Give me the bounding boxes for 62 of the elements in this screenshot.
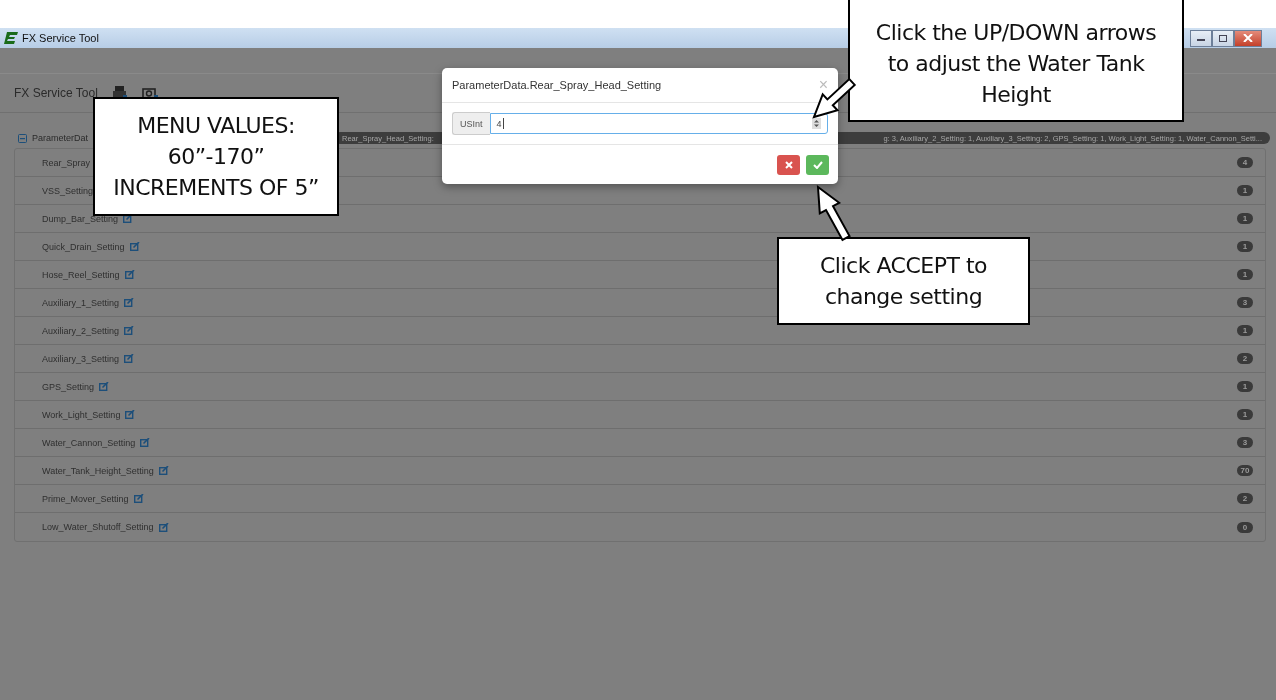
edit-icon[interactable] — [124, 354, 135, 363]
number-input[interactable]: 4 — [489, 113, 828, 134]
callout-note: Click the UP/DOWN arrows to adjust the Water Tank Height — [848, 0, 1184, 122]
value-badge: 0 — [1237, 521, 1253, 533]
value-badge: 1 — [1237, 241, 1253, 252]
edit-icon[interactable] — [140, 438, 151, 447]
close-button[interactable]: × — [818, 76, 828, 94]
value-badge: 1 — [1237, 213, 1253, 224]
edit-icon[interactable] — [124, 326, 135, 335]
window-title: FX Service Tool — [22, 32, 99, 44]
setting-label[interactable]: Low_Water_Shutoff_Setting — [42, 522, 154, 532]
setting-label[interactable]: Water_Tank_Height_Setting — [42, 465, 154, 476]
value-badge: 3 — [1237, 297, 1253, 308]
value-badge: 4 — [1237, 157, 1253, 168]
value-badge: 1 — [1237, 381, 1253, 392]
setting-label[interactable]: Dump_Bar_Setting — [42, 213, 119, 224]
value-badge: 1 — [1237, 269, 1253, 280]
value-badge: 2 — [1237, 353, 1253, 364]
edit-icon[interactable] — [99, 382, 110, 391]
callout-note: Click ACCEPT to change setting — [777, 237, 1030, 325]
edit-icon[interactable] — [129, 242, 140, 251]
spinner-icon[interactable] — [812, 118, 821, 129]
setting-label[interactable]: Hose_Reel_Setting — [42, 269, 120, 280]
setting-label[interactable]: Rear_Spray — [42, 157, 91, 168]
edit-icon[interactable] — [123, 214, 134, 223]
close-button[interactable] — [1234, 29, 1262, 47]
value-badge: 3 — [1237, 437, 1253, 448]
value-badge: 1 — [1237, 185, 1253, 196]
setting-label[interactable]: Quick_Drain_Setting — [42, 241, 125, 252]
value-badge: 1 — [1237, 409, 1253, 420]
accept-button[interactable] — [806, 154, 829, 175]
setting-label[interactable]: GPS_Setting — [42, 381, 95, 392]
setting-label[interactable]: Auxiliary_2_Setting — [42, 325, 120, 336]
setting-label[interactable]: Auxiliary_3_Setting — [42, 353, 120, 364]
close-icon — [784, 160, 793, 169]
edit-icon[interactable] — [133, 494, 144, 503]
setting-label[interactable]: Work_Light_Setting — [42, 409, 121, 420]
cancel-button[interactable] — [777, 154, 800, 175]
app-title: FX Service Tool — [14, 86, 98, 100]
edit-icon[interactable] — [124, 298, 135, 307]
maximize-button[interactable] — [1212, 29, 1234, 47]
edit-icon[interactable] — [158, 522, 169, 532]
edit-icon[interactable] — [125, 410, 136, 419]
value-badge: 1 — [1237, 325, 1253, 336]
app-logo-icon — [4, 32, 18, 44]
value-badge: 2 — [1237, 493, 1253, 504]
collapse-icon[interactable] — [18, 133, 27, 143]
value-badge: 70 — [1237, 465, 1253, 476]
dialog-title: ParameterData.Rear_Spray_Head_Setting — [452, 79, 662, 91]
type-label: USInt — [452, 112, 490, 135]
callout-note: MENU VALUES: 60”-170” INCREMENTS OF 5” — [93, 97, 339, 216]
minimize-button[interactable] — [1190, 29, 1212, 47]
tree-root-label[interactable]: ParameterDat — [32, 133, 89, 143]
check-icon — [812, 160, 823, 169]
setting-label[interactable]: Prime_Mover_Setting — [42, 493, 129, 504]
setting-label[interactable]: Auxiliary_1_Setting — [42, 297, 120, 308]
close-icon — [1243, 34, 1253, 42]
setting-label[interactable]: Water_Cannon_Setting — [42, 437, 136, 448]
maximize-icon — [1218, 34, 1228, 42]
edit-icon[interactable] — [124, 270, 135, 279]
edit-icon[interactable] — [158, 466, 169, 475]
setting-label[interactable]: VSS_Setting — [42, 185, 94, 196]
